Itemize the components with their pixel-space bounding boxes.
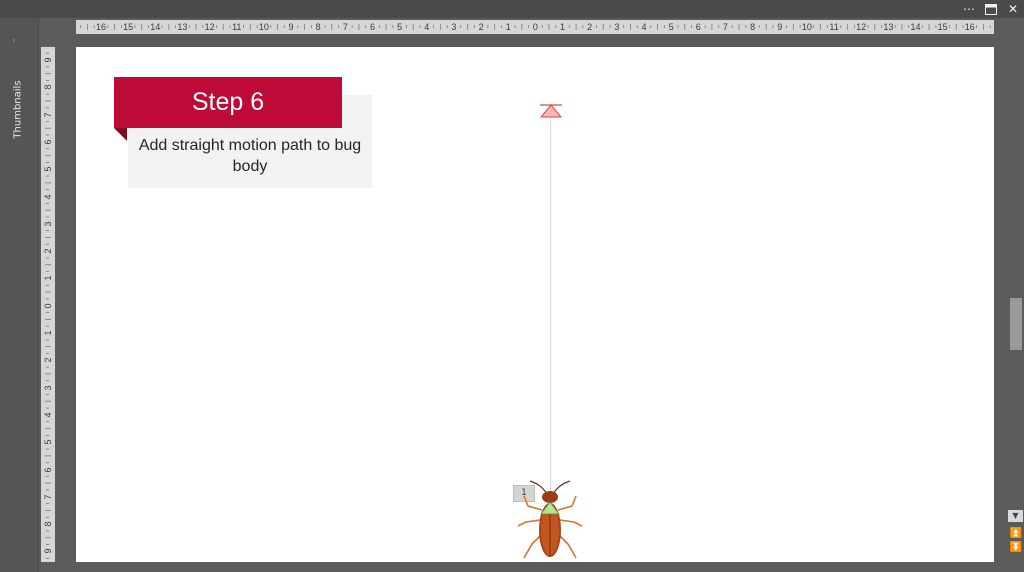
ruler-label: 0 bbox=[43, 303, 53, 309]
ruler-label: 15 bbox=[937, 22, 948, 32]
ruler-label: 16 bbox=[964, 22, 975, 32]
ruler-label: 6 bbox=[369, 22, 375, 32]
ruler-label: 5 bbox=[397, 22, 403, 32]
ruler-label: 3 bbox=[43, 385, 53, 391]
ruler-label: 3 bbox=[614, 22, 620, 32]
thumbnails-toggle[interactable]: Thumbnails bbox=[6, 76, 30, 146]
ruler-label: 3 bbox=[451, 22, 457, 32]
ruler-label: 5 bbox=[668, 22, 674, 32]
ruler-label: 10 bbox=[801, 22, 812, 32]
ruler-label: 5 bbox=[43, 439, 53, 445]
ruler-label: 12 bbox=[856, 22, 867, 32]
restore-icon[interactable] bbox=[980, 0, 1002, 18]
ruler-label: 7 bbox=[722, 22, 728, 32]
horizontal-ruler[interactable]: 16 15 14 13 12 11 10 9 8 7 6 5 4 3 2 1 0 1 2 3 4 5 6 7 8 9 10 11 12 1… bbox=[76, 20, 994, 34]
ruler-label: 4 bbox=[43, 194, 53, 200]
ruler-label: 9 bbox=[288, 22, 294, 32]
ruler-label: 16 bbox=[95, 22, 106, 32]
thumbnails-label: Thumbnails bbox=[12, 80, 24, 139]
ruler-label: 12 bbox=[204, 22, 215, 32]
ruler-label: 8 bbox=[750, 22, 756, 32]
close-icon[interactable]: ✕ bbox=[1002, 0, 1024, 18]
step-title-banner[interactable]: Step 6 bbox=[114, 77, 342, 128]
slide-canvas[interactable]: Step 6 Add straight motion path to bug b… bbox=[76, 47, 994, 562]
ruler-label: 7 bbox=[43, 494, 53, 500]
ruler-label: 0 bbox=[532, 22, 538, 32]
ruler-label: 10 bbox=[258, 22, 269, 32]
ruler-label: 13 bbox=[883, 22, 894, 32]
thumbnails-panel: › Thumbnails bbox=[0, 18, 39, 572]
ruler-label: 11 bbox=[232, 22, 242, 32]
ruler-label: 8 bbox=[43, 521, 53, 527]
ruler-label: 6 bbox=[43, 139, 53, 145]
ruler-label: 9 bbox=[43, 548, 53, 554]
ruler-label: 9 bbox=[43, 57, 53, 63]
ruler-label: 14 bbox=[150, 22, 161, 32]
ruler-label: 4 bbox=[43, 412, 53, 418]
previous-slide-icon[interactable]: ⏫ bbox=[1008, 528, 1024, 540]
title-bar: ⋯ ✕ bbox=[0, 0, 1024, 18]
motion-path-end-marker-icon[interactable] bbox=[539, 104, 563, 118]
ruler-label: 7 bbox=[43, 112, 53, 118]
ruler-label: 4 bbox=[641, 22, 647, 32]
ruler-label: 2 bbox=[478, 22, 484, 32]
ruler-label: 8 bbox=[43, 84, 53, 90]
ruler-label: 3 bbox=[43, 221, 53, 227]
scroll-down-icon[interactable]: ▼ bbox=[1008, 510, 1023, 522]
ruler-label: 1 bbox=[43, 330, 53, 336]
vertical-scrollbar[interactable] bbox=[1008, 18, 1024, 572]
chevron-right-icon[interactable]: › bbox=[12, 36, 16, 46]
ruler-label: 1 bbox=[43, 275, 53, 281]
ruler-label: 6 bbox=[695, 22, 701, 32]
ruler-label: 4 bbox=[424, 22, 430, 32]
motion-path-line[interactable] bbox=[550, 111, 551, 495]
banner-fold bbox=[114, 128, 127, 141]
ruler-label: 1 bbox=[505, 22, 511, 32]
ruler-label: 7 bbox=[342, 22, 348, 32]
ruler-label: 6 bbox=[43, 467, 53, 473]
ruler-label: 1 bbox=[560, 22, 566, 32]
ruler-label: 11 bbox=[829, 22, 839, 32]
ruler-label: 2 bbox=[587, 22, 593, 32]
vertical-ruler[interactable]: 9 8 7 6 5 4 3 2 1 0 1 2 3 4 5 6 7 8 9 bbox=[41, 47, 55, 562]
ruler-label: 13 bbox=[177, 22, 188, 32]
ruler-label: 14 bbox=[910, 22, 921, 32]
scrollbar-thumb[interactable] bbox=[1010, 298, 1022, 350]
cockroach-icon[interactable] bbox=[514, 480, 586, 562]
ruler-label: 15 bbox=[123, 22, 134, 32]
ruler-label: 2 bbox=[43, 357, 53, 363]
ruler-label: 2 bbox=[43, 248, 53, 254]
step-description[interactable]: Add straight motion path to bug body bbox=[128, 135, 372, 177]
ruler-label: 8 bbox=[315, 22, 321, 32]
more-icon[interactable]: ⋯ bbox=[958, 0, 980, 18]
ruler-label: 9 bbox=[777, 22, 783, 32]
next-slide-icon[interactable]: ⏬ bbox=[1008, 542, 1024, 554]
ruler-label: 5 bbox=[43, 166, 53, 172]
